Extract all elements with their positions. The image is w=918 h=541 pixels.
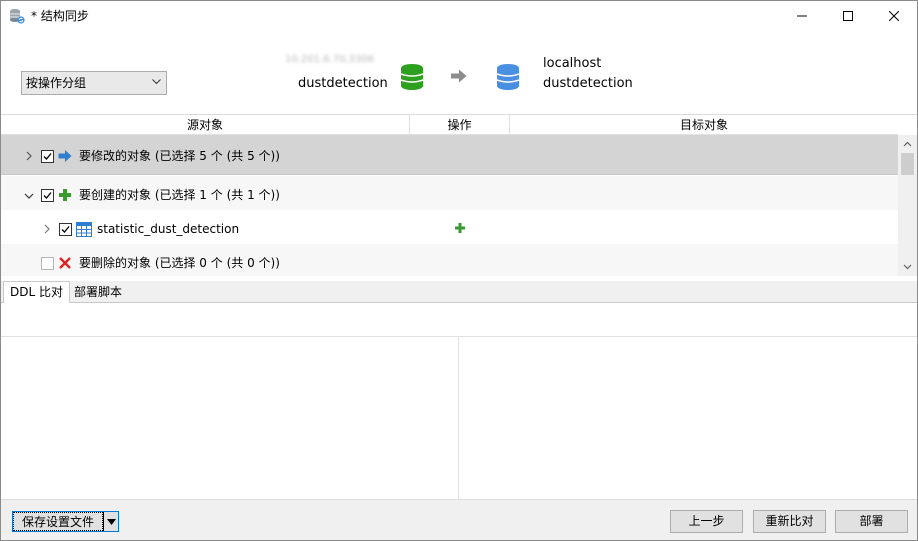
cross-icon <box>59 257 71 269</box>
deploy-button[interactable]: 部署 <box>835 510 908 533</box>
save-settings-button[interactable]: 保存设置文件 <box>12 511 119 532</box>
tree-row-modify-group[interactable]: 要修改的对象 (已选择 5 个 (共 5 个)) <box>1 135 898 175</box>
maximize-button[interactable] <box>825 1 871 31</box>
object-tree: 要修改的对象 (已选择 5 个 (共 5 个)) 要创建的对象 (已选择 1 个… <box>1 135 898 276</box>
tree-row-create-group[interactable]: 要创建的对象 (已选择 1 个 (共 1 个)) <box>1 176 898 210</box>
sync-header: 按操作分组 10.201.6.70,3306 dustdetection loc… <box>1 31 917 115</box>
target-ddl-pane[interactable] <box>460 337 917 499</box>
column-operation[interactable]: 操作 <box>410 115 510 135</box>
tab-deploy-script[interactable]: 部署脚本 <box>68 283 128 303</box>
split-divider <box>103 512 104 531</box>
bottom-tabs: DDL 比对 部署脚本 <box>1 281 917 304</box>
chevron-right-icon[interactable] <box>41 223 53 235</box>
save-settings-dropdown[interactable] <box>105 512 118 531</box>
scrollbar-thumb[interactable] <box>901 153 914 175</box>
checkmark-icon <box>61 226 70 233</box>
source-host: 10.201.6.70,3306 <box>285 54 375 65</box>
chevron-down-icon[interactable] <box>23 190 35 202</box>
chevron-right-icon[interactable] <box>23 150 35 162</box>
chevron-down-icon[interactable] <box>902 261 913 272</box>
group-by-select[interactable]: 按操作分组 <box>21 71 167 95</box>
minimize-button[interactable] <box>779 1 825 31</box>
column-target[interactable]: 目标对象 <box>510 115 898 135</box>
chevron-down-icon <box>152 79 161 85</box>
target-host: localhost <box>543 56 602 71</box>
delete-group-checkbox[interactable] <box>41 257 54 270</box>
target-database-icon <box>496 64 520 90</box>
checkmark-icon <box>43 192 52 199</box>
plus-icon <box>59 189 71 201</box>
source-ddl-pane[interactable] <box>1 337 459 499</box>
source-database-icon <box>400 64 424 90</box>
modify-group-checkbox[interactable] <box>41 150 54 163</box>
maximize-icon <box>843 11 853 21</box>
close-button[interactable] <box>871 1 917 31</box>
target-database: dustdetection <box>543 76 633 91</box>
arrow-right-icon <box>451 69 467 83</box>
footer-bar: 保存设置文件 上一步 重新比对 部署 <box>1 499 917 540</box>
database-sync-icon <box>10 9 25 24</box>
previous-button[interactable]: 上一步 <box>670 510 743 533</box>
tree-row-delete-group[interactable]: 要删除的对象 (已选择 0 个 (共 0 个)) <box>1 244 898 276</box>
chevron-up-icon[interactable] <box>902 139 913 150</box>
ddl-compare-panel <box>1 303 917 499</box>
tree-row-table[interactable]: statistic_dust_detection <box>1 210 898 244</box>
tab-ddl-compare[interactable]: DDL 比对 <box>3 281 70 304</box>
checkmark-icon <box>43 153 52 160</box>
grid-scrollbar[interactable] <box>898 135 917 276</box>
create-group-label: 要创建的对象 (已选择 1 个 (共 1 个)) <box>79 188 280 202</box>
save-settings-label: 保存设置文件 <box>13 512 103 531</box>
arrow-right-icon <box>58 150 72 162</box>
source-database: dustdetection <box>298 76 388 91</box>
title-bar: * 结构同步 <box>1 1 917 31</box>
recompare-button[interactable]: 重新比对 <box>753 510 826 533</box>
delete-group-label: 要删除的对象 (已选择 0 个 (共 0 个)) <box>79 256 280 270</box>
create-group-checkbox[interactable] <box>41 189 54 202</box>
modify-group-label: 要修改的对象 (已选择 5 个 (共 5 个)) <box>79 149 280 163</box>
table-checkbox[interactable] <box>59 223 72 236</box>
minimize-icon <box>797 15 807 17</box>
close-icon <box>889 11 899 21</box>
plus-icon <box>455 223 465 233</box>
table-icon <box>76 222 92 237</box>
group-by-value: 按操作分组 <box>26 76 87 90</box>
table-label: statistic_dust_detection <box>97 222 240 236</box>
ddl-compare-header <box>1 303 917 337</box>
structure-sync-window: * 结构同步 按操作分组 10.201.6.70,3306 dustdetect… <box>0 0 918 541</box>
grid-header: 源对象 操作 目标对象 <box>1 115 898 135</box>
caret-down-icon <box>107 518 116 525</box>
window-title: * 结构同步 <box>31 9 89 23</box>
column-source[interactable]: 源对象 <box>1 115 410 135</box>
